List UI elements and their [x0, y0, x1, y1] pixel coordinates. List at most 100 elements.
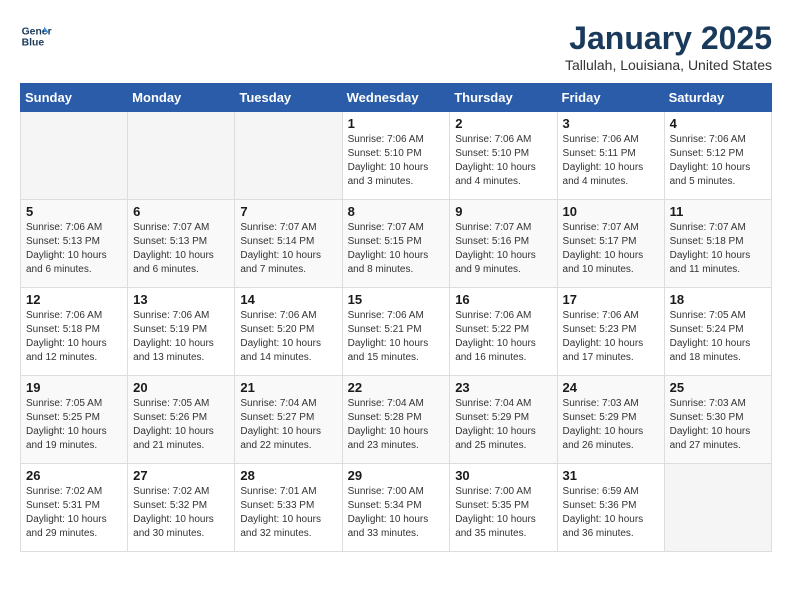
day-info: Sunrise: 7:06 AM Sunset: 5:22 PM Dayligh…	[455, 309, 551, 365]
table-row: 22Sunrise: 7:04 AM Sunset: 5:28 PM Dayli…	[342, 376, 450, 464]
day-number: 14	[240, 292, 336, 307]
location: Tallulah, Louisiana, United States	[565, 57, 772, 73]
day-number: 24	[563, 380, 659, 395]
table-row: 26Sunrise: 7:02 AM Sunset: 5:31 PM Dayli…	[21, 464, 128, 552]
day-info: Sunrise: 7:05 AM Sunset: 5:26 PM Dayligh…	[133, 397, 229, 453]
calendar-week-row: 12 Sunrise: 7:06 AM Sunset: 5:18 PM Dayli…	[21, 288, 772, 376]
day-info: Sunrise: 7:06 AM Sunset: 5:13 PM Dayligh…	[26, 221, 122, 277]
day-number: 5	[26, 204, 122, 219]
day-number: 18	[670, 292, 766, 307]
col-saturday: Saturday	[664, 84, 771, 112]
day-number: 22	[348, 380, 445, 395]
calendar-week-row: 26Sunrise: 7:02 AM Sunset: 5:31 PM Dayli…	[21, 464, 772, 552]
day-info: Sunrise: 7:07 AM Sunset: 5:18 PM Dayligh…	[670, 221, 766, 277]
day-number: 4	[670, 116, 766, 131]
day-info: Sunrise: 7:07 AM Sunset: 5:14 PM Dayligh…	[240, 221, 336, 277]
day-info: Sunrise: 7:06 AM Sunset: 5:12 PM Dayligh…	[670, 133, 766, 189]
day-number: 12	[26, 292, 122, 307]
table-row: 24 Sunrise: 7:03 AM Sunset: 5:29 PM Dayli…	[557, 376, 664, 464]
day-info: Sunrise: 7:00 AM Sunset: 5:35 PM Dayligh…	[455, 485, 551, 541]
day-info: Sunrise: 7:02 AM Sunset: 5:31 PM Dayligh…	[26, 485, 122, 541]
day-number: 21	[240, 380, 336, 395]
day-info: Sunrise: 7:06 AM Sunset: 5:19 PM Dayligh…	[133, 309, 229, 365]
day-info: Sunrise: 7:06 AM Sunset: 5:11 PM Dayligh…	[563, 133, 659, 189]
page-header: General Blue January 2025 Tallulah, Loui…	[20, 20, 772, 73]
svg-text:Blue: Blue	[22, 38, 45, 49]
day-info: Sunrise: 7:07 AM Sunset: 5:17 PM Dayligh…	[563, 221, 659, 277]
table-row: 10 Sunrise: 7:07 AM Sunset: 5:17 PM Dayli…	[557, 200, 664, 288]
day-info: Sunrise: 7:06 AM Sunset: 5:21 PM Dayligh…	[348, 309, 445, 365]
day-info: Sunrise: 7:07 AM Sunset: 5:16 PM Dayligh…	[455, 221, 551, 277]
day-number: 3	[563, 116, 659, 131]
day-info: Sunrise: 7:07 AM Sunset: 5:13 PM Dayligh…	[133, 221, 229, 277]
table-row: 17 Sunrise: 7:06 AM Sunset: 5:23 PM Dayli…	[557, 288, 664, 376]
day-number: 15	[348, 292, 445, 307]
day-info: Sunrise: 7:00 AM Sunset: 5:34 PM Dayligh…	[348, 485, 445, 541]
table-row	[128, 112, 235, 200]
table-row: 8Sunrise: 7:07 AM Sunset: 5:15 PM Daylig…	[342, 200, 450, 288]
day-info: Sunrise: 7:04 AM Sunset: 5:29 PM Dayligh…	[455, 397, 551, 453]
table-row: 29Sunrise: 7:00 AM Sunset: 5:34 PM Dayli…	[342, 464, 450, 552]
table-row: 11 Sunrise: 7:07 AM Sunset: 5:18 PM Dayli…	[664, 200, 771, 288]
table-row: 6 Sunrise: 7:07 AM Sunset: 5:13 PM Daylig…	[128, 200, 235, 288]
table-row: 30 Sunrise: 7:00 AM Sunset: 5:35 PM Dayli…	[450, 464, 557, 552]
day-number: 28	[240, 468, 336, 483]
logo: General Blue	[20, 20, 52, 52]
table-row: 14 Sunrise: 7:06 AM Sunset: 5:20 PM Dayli…	[235, 288, 342, 376]
table-row: 2 Sunrise: 7:06 AM Sunset: 5:10 PM Daylig…	[450, 112, 557, 200]
day-number: 9	[455, 204, 551, 219]
table-row: 28 Sunrise: 7:01 AM Sunset: 5:33 PM Dayli…	[235, 464, 342, 552]
table-row: 19 Sunrise: 7:05 AM Sunset: 5:25 PM Dayli…	[21, 376, 128, 464]
day-info: Sunrise: 7:05 AM Sunset: 5:25 PM Dayligh…	[26, 397, 122, 453]
table-row: 4 Sunrise: 7:06 AM Sunset: 5:12 PM Daylig…	[664, 112, 771, 200]
table-row: 7Sunrise: 7:07 AM Sunset: 5:14 PM Daylig…	[235, 200, 342, 288]
day-info: Sunrise: 7:06 AM Sunset: 5:20 PM Dayligh…	[240, 309, 336, 365]
day-info: Sunrise: 7:06 AM Sunset: 5:10 PM Dayligh…	[455, 133, 551, 189]
table-row: 12 Sunrise: 7:06 AM Sunset: 5:18 PM Dayli…	[21, 288, 128, 376]
day-number: 25	[670, 380, 766, 395]
day-number: 30	[455, 468, 551, 483]
table-row: 5 Sunrise: 7:06 AM Sunset: 5:13 PM Daylig…	[21, 200, 128, 288]
day-number: 10	[563, 204, 659, 219]
day-number: 2	[455, 116, 551, 131]
table-row: 3 Sunrise: 7:06 AM Sunset: 5:11 PM Daylig…	[557, 112, 664, 200]
table-row	[235, 112, 342, 200]
calendar-week-row: 5 Sunrise: 7:06 AM Sunset: 5:13 PM Daylig…	[21, 200, 772, 288]
table-row: 15 Sunrise: 7:06 AM Sunset: 5:21 PM Dayli…	[342, 288, 450, 376]
table-row: 1 Sunrise: 7:06 AM Sunset: 5:10 PM Daylig…	[342, 112, 450, 200]
col-thursday: Thursday	[450, 84, 557, 112]
day-info: Sunrise: 7:05 AM Sunset: 5:24 PM Dayligh…	[670, 309, 766, 365]
table-row	[21, 112, 128, 200]
day-info: Sunrise: 7:06 AM Sunset: 5:10 PM Dayligh…	[348, 133, 445, 189]
day-number: 19	[26, 380, 122, 395]
calendar-table: Sunday Monday Tuesday Wednesday Thursday…	[20, 83, 772, 552]
month-title: January 2025	[565, 20, 772, 57]
day-number: 27	[133, 468, 229, 483]
table-row: 13 Sunrise: 7:06 AM Sunset: 5:19 PM Dayli…	[128, 288, 235, 376]
col-wednesday: Wednesday	[342, 84, 450, 112]
table-row: 16 Sunrise: 7:06 AM Sunset: 5:22 PM Dayli…	[450, 288, 557, 376]
day-number: 11	[670, 204, 766, 219]
day-number: 23	[455, 380, 551, 395]
col-tuesday: Tuesday	[235, 84, 342, 112]
day-number: 16	[455, 292, 551, 307]
col-sunday: Sunday	[21, 84, 128, 112]
day-info: Sunrise: 7:03 AM Sunset: 5:29 PM Dayligh…	[563, 397, 659, 453]
day-number: 17	[563, 292, 659, 307]
day-number: 13	[133, 292, 229, 307]
day-info: Sunrise: 7:06 AM Sunset: 5:18 PM Dayligh…	[26, 309, 122, 365]
day-info: Sunrise: 7:01 AM Sunset: 5:33 PM Dayligh…	[240, 485, 336, 541]
table-row: 20 Sunrise: 7:05 AM Sunset: 5:26 PM Dayli…	[128, 376, 235, 464]
table-row	[664, 464, 771, 552]
day-info: Sunrise: 7:03 AM Sunset: 5:30 PM Dayligh…	[670, 397, 766, 453]
title-block: January 2025 Tallulah, Louisiana, United…	[565, 20, 772, 73]
day-info: Sunrise: 7:06 AM Sunset: 5:23 PM Dayligh…	[563, 309, 659, 365]
col-friday: Friday	[557, 84, 664, 112]
col-monday: Monday	[128, 84, 235, 112]
day-number: 20	[133, 380, 229, 395]
day-info: Sunrise: 7:07 AM Sunset: 5:15 PM Dayligh…	[348, 221, 445, 277]
day-number: 1	[348, 116, 445, 131]
day-number: 6	[133, 204, 229, 219]
day-number: 31	[563, 468, 659, 483]
table-row: 9 Sunrise: 7:07 AM Sunset: 5:16 PM Daylig…	[450, 200, 557, 288]
